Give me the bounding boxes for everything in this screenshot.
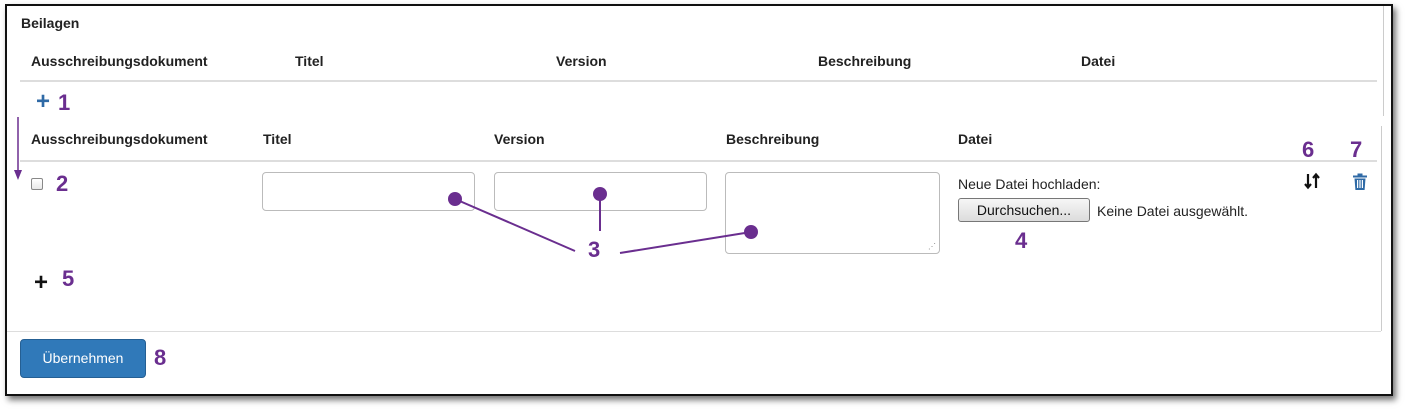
annotation-overlay [14, 117, 758, 254]
arrow-head [14, 170, 22, 180]
connector-title [454, 198, 576, 252]
connector-description [619, 231, 752, 254]
